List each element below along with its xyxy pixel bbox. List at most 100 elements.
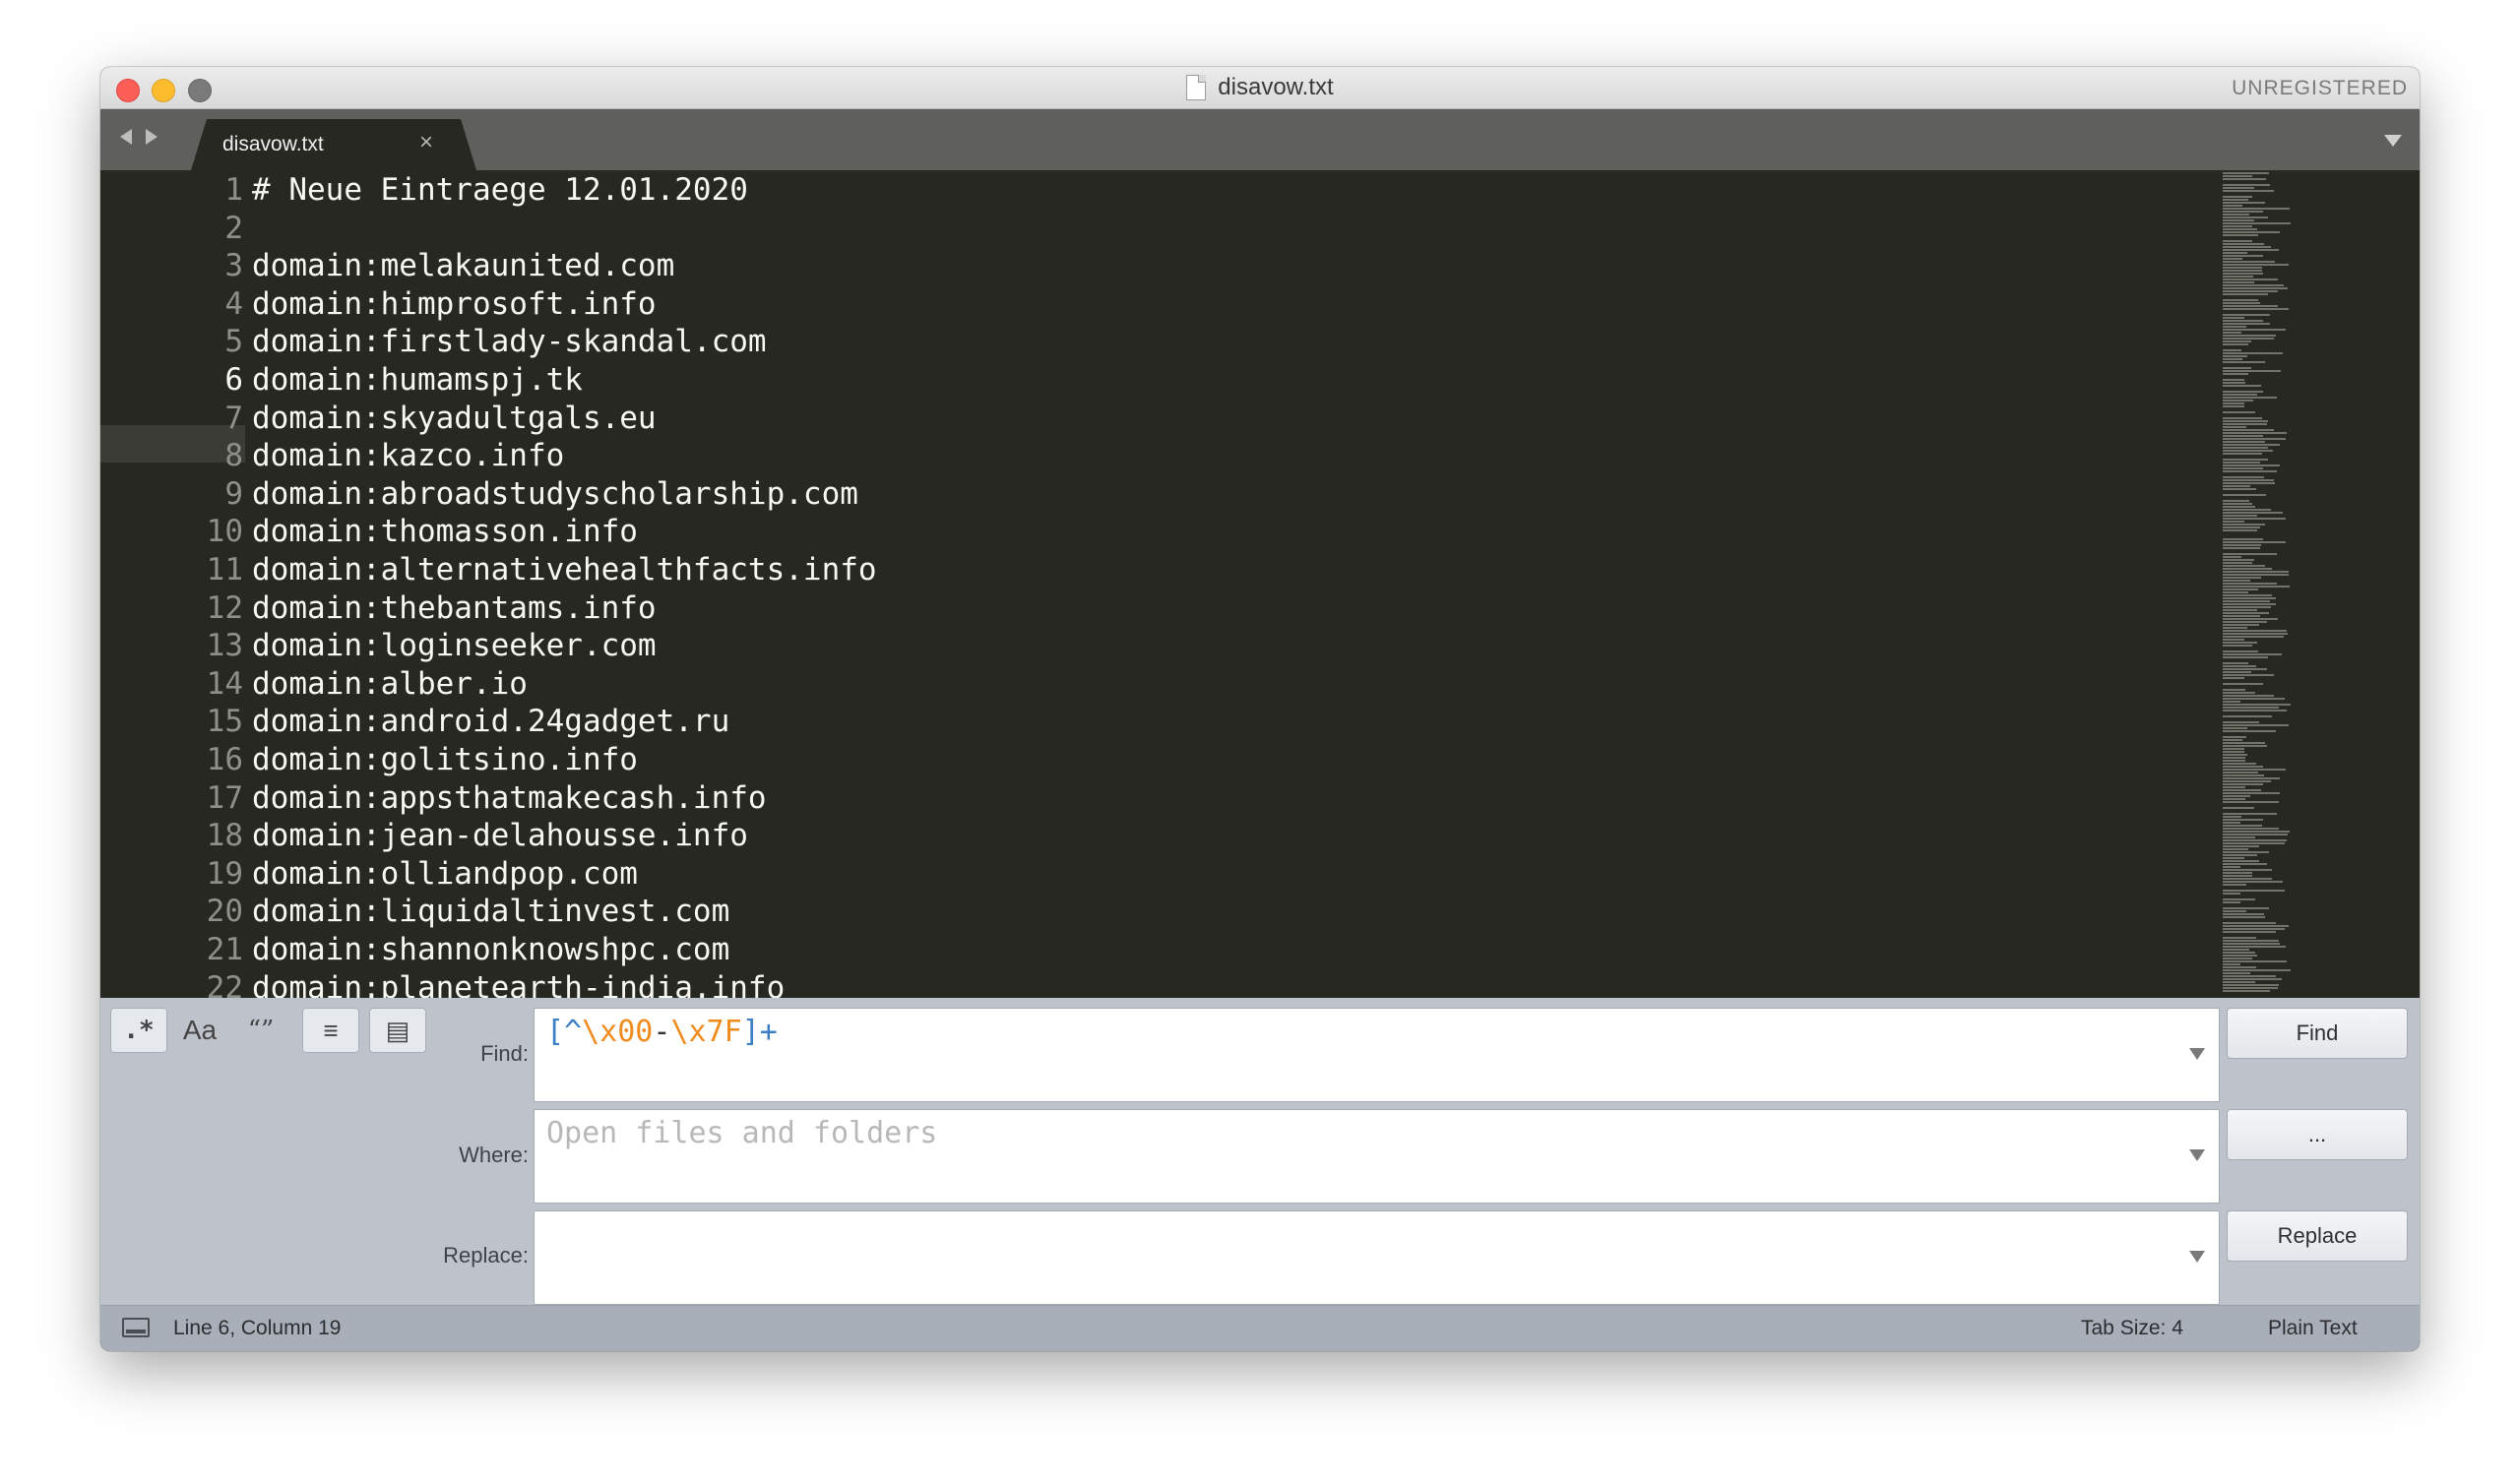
where-dropdown-icon[interactable] <box>2189 1149 2205 1161</box>
minimap-line <box>2223 417 2262 419</box>
minimap-line <box>2223 698 2285 700</box>
code-line[interactable]: domain:himprosoft.info <box>252 286 657 322</box>
minimap-line <box>2223 692 2255 694</box>
minimap-line <box>2223 981 2255 983</box>
minimap-line <box>2223 727 2247 729</box>
code-line[interactable]: domain:kazco.info <box>252 438 564 473</box>
minimap-line <box>2223 323 2270 325</box>
minimap-line <box>2223 963 2240 965</box>
code-line[interactable]: domain:melakaunited.com <box>252 248 674 283</box>
code-line[interactable]: domain:alternativehealthfacts.info <box>252 552 877 587</box>
minimap-line <box>2223 435 2263 437</box>
code-line[interactable]: domain:skyadultgals.eu <box>252 401 657 436</box>
code-line[interactable]: # Neue Eintraege 12.01.2020 <box>252 172 748 208</box>
minimap-line <box>2223 878 2272 880</box>
minimap-line <box>2223 597 2276 599</box>
line-number: 17 <box>206 779 243 816</box>
code-line[interactable]: domain:thomasson.info <box>252 514 638 549</box>
tab-size-indicator[interactable]: Tab Size: 4 <box>2081 1317 2183 1340</box>
line-number: 1 <box>224 172 243 208</box>
minimap-line <box>2223 925 2289 927</box>
minimap-line <box>2223 704 2291 706</box>
minimap-line <box>2223 860 2259 862</box>
minimap-line <box>2223 863 2267 865</box>
code-line[interactable]: domain:liquidaltinvest.com <box>252 894 729 929</box>
minimap-line <box>2223 305 2278 307</box>
code-line[interactable]: domain:humamspj.tk <box>252 362 583 398</box>
minimap-line <box>2223 379 2244 381</box>
text-editor[interactable]: 1 # Neue Eintraege 12.01.2020 2 3 domain:mel… <box>100 170 2420 998</box>
minimap-line <box>2223 273 2263 275</box>
code-line[interactable]: domain:android.24gadget.ru <box>252 704 729 739</box>
code-line[interactable]: domain:firstlady-skandal.com <box>252 324 767 359</box>
syntax-indicator[interactable]: Plain Text <box>2268 1317 2358 1340</box>
code-line[interactable]: domain:olliandpop.com <box>252 856 638 892</box>
minimap-line <box>2223 842 2285 844</box>
code-line[interactable]: domain:abroadstudyscholarship.com <box>252 476 858 512</box>
whole-word-icon: “” <box>247 1016 275 1045</box>
where-input[interactable]: Open files and folders <box>534 1109 2220 1204</box>
minimap-line <box>2223 940 2279 942</box>
code-line[interactable]: domain:shannonknowshpc.com <box>252 932 729 967</box>
minimap-line <box>2223 990 2270 992</box>
minimap-line <box>2223 565 2265 567</box>
tab-back-icon[interactable] <box>120 129 132 145</box>
tab-close-icon[interactable]: × <box>419 129 433 156</box>
minimap-line <box>2223 249 2279 251</box>
replace-button[interactable]: Replace <box>2227 1210 2408 1262</box>
minimap-line <box>2223 450 2273 452</box>
find-input[interactable]: [^\x00-\x7F]+ <box>534 1008 2220 1102</box>
minimap-line <box>2223 586 2290 587</box>
minimap-line <box>2223 798 2245 800</box>
where-options-button[interactable]: ... <box>2227 1109 2408 1160</box>
minimap-line <box>2223 639 2244 641</box>
minimap-line <box>2223 757 2245 759</box>
minimap-line <box>2223 848 2248 850</box>
code-line[interactable]: domain:planetearth-india.info <box>252 970 785 998</box>
minimap-line <box>2223 199 2248 201</box>
code-line[interactable]: domain:golitsino.info <box>252 742 638 777</box>
tab-forward-icon[interactable] <box>146 129 158 145</box>
tab-list-dropdown-icon[interactable] <box>2384 135 2402 147</box>
minimap-line <box>2223 943 2280 945</box>
minimap-line <box>2223 588 2258 590</box>
minimap-line <box>2223 358 2242 360</box>
replace-input[interactable] <box>534 1210 2220 1305</box>
replace-history-dropdown-icon[interactable] <box>2189 1251 2205 1263</box>
minimap-line <box>2223 739 2242 741</box>
panel-toggle-icon[interactable] <box>122 1318 150 1337</box>
window-title: disavow.txt <box>1218 74 1334 100</box>
code-line[interactable]: domain:loginseeker.com <box>252 628 657 663</box>
show-context-toggle[interactable]: ≡ <box>302 1008 359 1053</box>
case-sensitive-toggle[interactable]: Aa <box>171 1008 228 1053</box>
code-line[interactable]: domain:thebantams.info <box>252 590 657 626</box>
whole-word-toggle[interactable]: “” <box>232 1008 289 1053</box>
minimap[interactable] <box>2223 170 2303 998</box>
regex-token-bracket-close: ]+ <box>741 1015 778 1049</box>
minimap-line <box>2223 792 2280 794</box>
minimap-line <box>2223 281 2254 283</box>
minimap-line <box>2223 609 2257 611</box>
code-line[interactable]: domain:appsthatmakecash.info <box>252 780 767 816</box>
code-line[interactable]: domain:jean-delahousse.info <box>252 818 748 853</box>
regex-toggle[interactable]: .* <box>110 1008 167 1053</box>
case-sensitive-icon: Aa <box>182 1015 218 1045</box>
code-line[interactable]: domain:alber.io <box>252 666 528 702</box>
minimap-line <box>2223 966 2256 968</box>
minimap-line <box>2223 931 2276 933</box>
minimap-line <box>2223 969 2291 971</box>
tab-label: disavow.txt <box>222 133 324 155</box>
minimap-line <box>2223 645 2252 647</box>
find-history-dropdown-icon[interactable] <box>2189 1048 2205 1060</box>
minimap-line <box>2223 583 2277 585</box>
find-button[interactable]: Find <box>2227 1008 2408 1059</box>
minimap-line <box>2223 429 2274 431</box>
minimap-line <box>2223 293 2268 295</box>
status-bar: Line 6, Column 19 Tab Size: 4 Plain Text <box>100 1305 2420 1351</box>
minimap-line <box>2223 488 2256 490</box>
tab-disavow[interactable]: disavow.txt × <box>191 119 476 170</box>
use-buffer-toggle[interactable]: ▤ <box>369 1008 426 1053</box>
minimap-line <box>2223 524 2265 526</box>
minimap-line <box>2223 320 2263 322</box>
minimap-line <box>2223 562 2252 564</box>
